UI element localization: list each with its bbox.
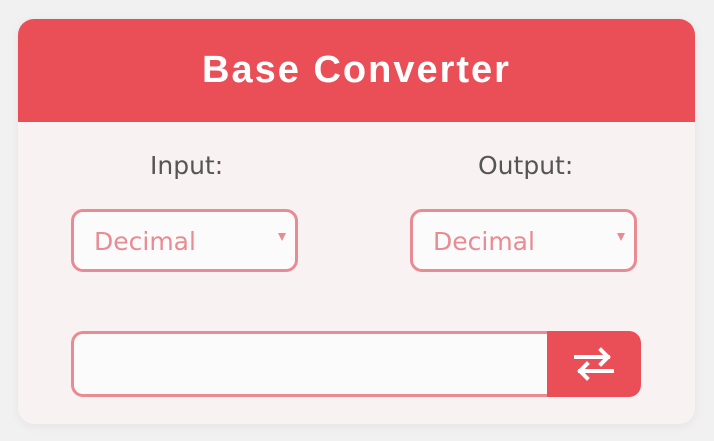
header-bar: Base Converter <box>18 19 695 122</box>
chevron-down-icon <box>617 233 625 241</box>
input-label: Input: <box>150 151 224 180</box>
value-input[interactable] <box>71 331 561 397</box>
input-base-value: Decimal <box>94 227 196 256</box>
swap-button[interactable] <box>547 331 641 397</box>
converter-card: Base Converter Input: Output: Decimal De… <box>18 19 695 424</box>
page-title: Base Converter <box>202 49 511 91</box>
input-base-select[interactable]: Decimal <box>71 209 298 272</box>
swap-arrows-icon <box>574 347 614 381</box>
output-label: Output: <box>478 151 574 180</box>
chevron-down-icon <box>278 233 286 241</box>
value-row <box>71 331 641 397</box>
output-base-select[interactable]: Decimal <box>410 209 637 272</box>
output-base-value: Decimal <box>433 227 535 256</box>
